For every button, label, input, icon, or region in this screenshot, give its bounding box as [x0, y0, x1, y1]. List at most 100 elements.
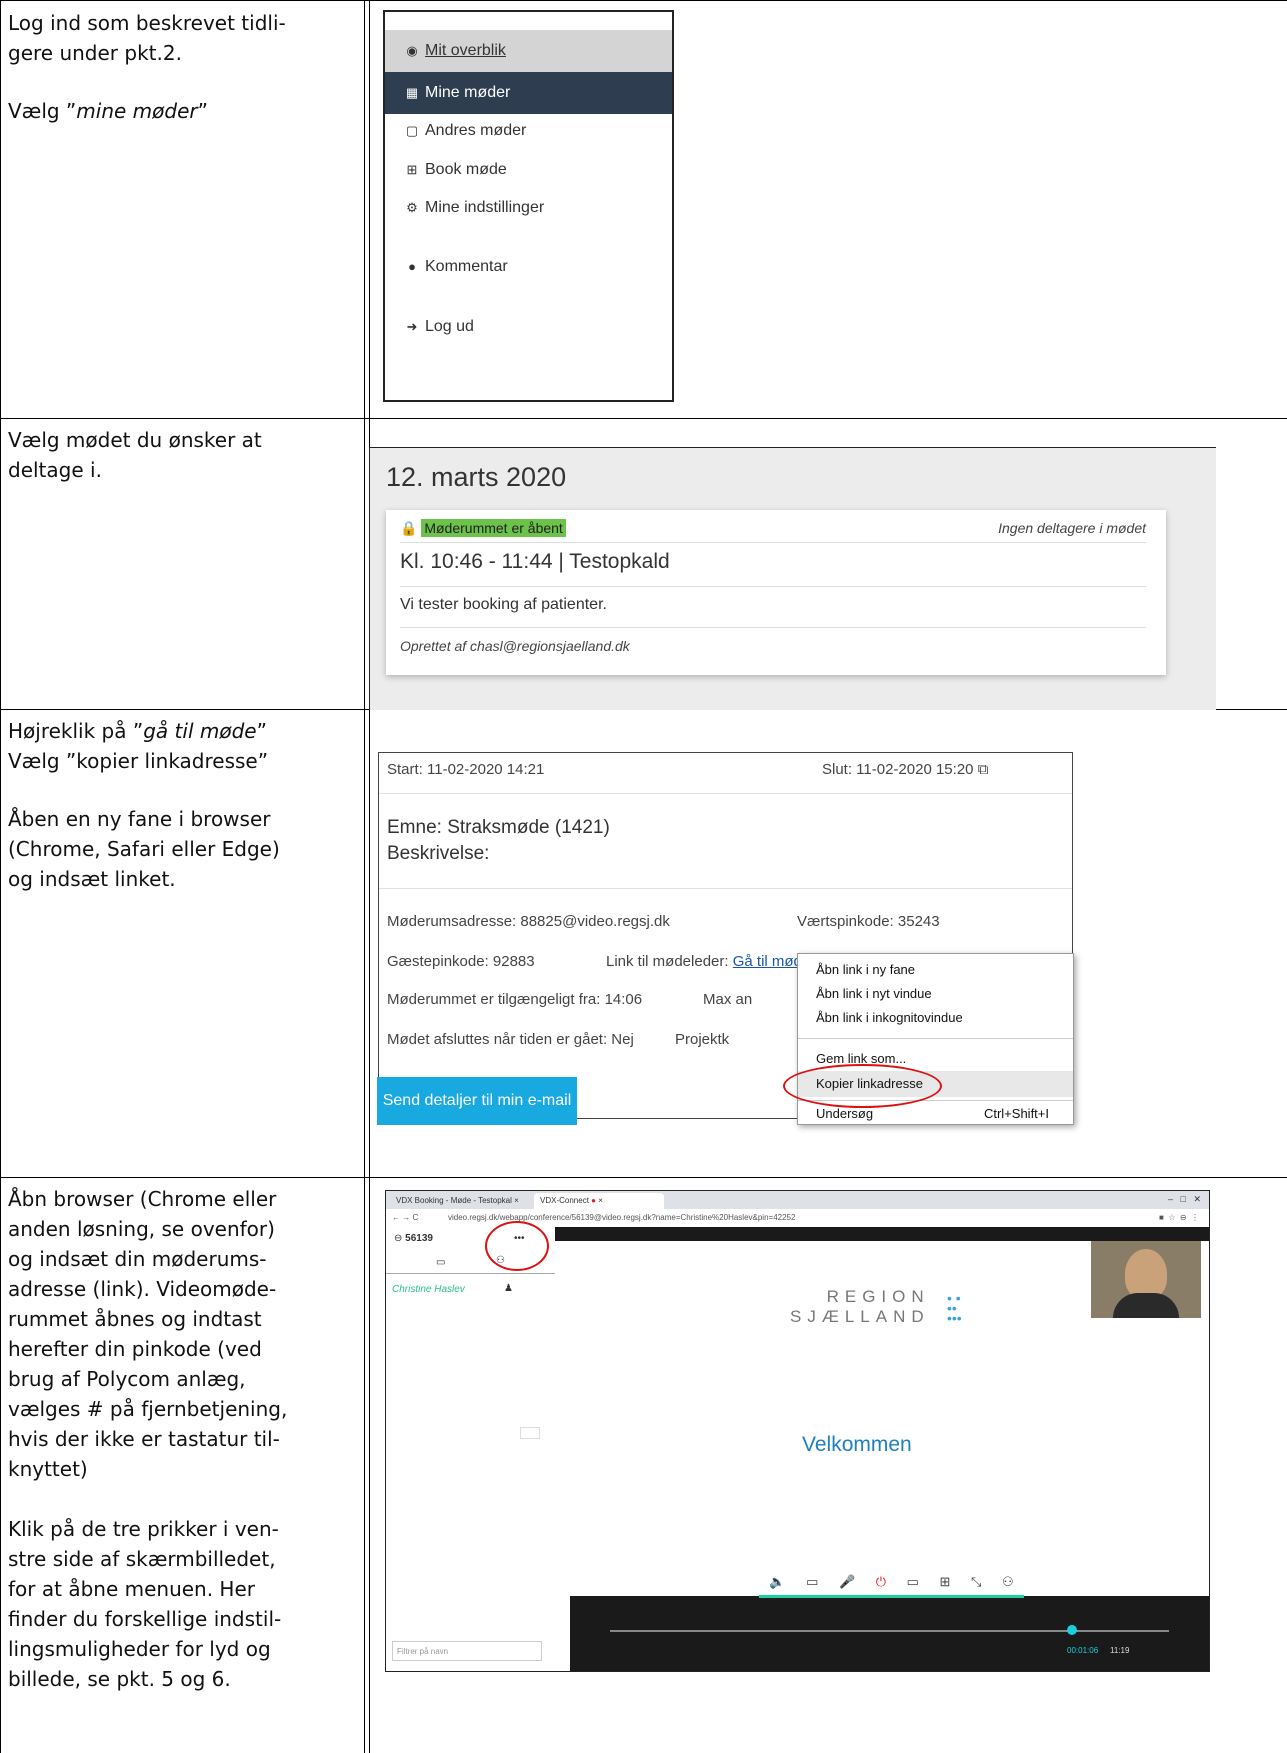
divider: [379, 793, 1072, 794]
browser-toolbar-icons[interactable]: ■ ☆ ⊖ ⋮: [1159, 1213, 1199, 1222]
room-number-row: ⊖ 56139: [394, 1233, 433, 1244]
fullscreen-icon[interactable]: ⤡: [971, 1574, 981, 1590]
text-line: adresse (link). Videomøde-: [8, 1277, 277, 1301]
instruction-text: Vælg mødet du ønsker at deltage i.: [8, 425, 262, 485]
chat-icon[interactable]: ▭: [436, 1257, 445, 1268]
text-line: hvis der ikke er tastatur til-: [8, 1427, 280, 1451]
start-time: Start: 11-02-2020 14:21: [387, 761, 545, 778]
host-link-row: Link til mødeleder: Gå til møde: [606, 953, 810, 970]
project-label: Projektk: [675, 1031, 730, 1048]
menu-item-others-meetings[interactable]: ▢ Andres møder: [385, 110, 672, 152]
text-line: lingsmuligheder for lyd og: [8, 1637, 271, 1661]
tab-bar: VDX Booking - Møde - Testopkal × VDX-Con…: [386, 1191, 1209, 1209]
menu-item-label: Book møde: [425, 161, 507, 178]
calendar-icon: ▦: [405, 85, 419, 100]
shortcut-label: Ctrl+Shift+I: [983, 1106, 1049, 1121]
text-emphasis: mine møder: [76, 99, 198, 123]
region-logo: REGION SJÆLLAND: [790, 1287, 930, 1327]
table-border: [364, 0, 365, 1753]
send-details-button[interactable]: Send detaljer til min e-mail: [377, 1077, 577, 1125]
menu-item-inspect[interactable]: Undersøg: [816, 1106, 873, 1121]
text-line: Vælg ”kopier linkadresse”: [8, 749, 269, 773]
self-view-video[interactable]: [1091, 1241, 1201, 1318]
meeting-description-label: Beskrivelse:: [387, 843, 490, 864]
microphone-icon[interactable]: 🎤: [839, 1574, 855, 1590]
menu-item-label: Andres møder: [425, 122, 527, 139]
menu-item-open-new-window[interactable]: Åbn link i nyt vindue: [816, 986, 932, 1001]
calendar-plus-icon: ⊞: [406, 162, 418, 177]
text-line: Åben en ny fane i browser: [8, 807, 271, 831]
text-fragment: Højreklik på ”: [8, 719, 144, 743]
tab-vdx-connect[interactable]: VDX-Connect ● ×: [534, 1193, 664, 1209]
divider: [400, 542, 1146, 543]
table-border: [0, 0, 1287, 1]
text-line: anden løsning, se ovenfor): [8, 1217, 275, 1241]
timeline-marker[interactable]: [1067, 1625, 1077, 1635]
text-line: deltage i.: [8, 458, 102, 482]
menu-item-label: Log ud: [425, 318, 474, 335]
menu-item-logout[interactable]: ➜ Log ud: [385, 306, 672, 348]
logo-text: SJÆLLAND: [790, 1307, 930, 1326]
instruction-text: Højreklik på ”gå til møde” Vælg ”kopier …: [8, 716, 280, 894]
window-controls[interactable]: – □ ✕: [1168, 1194, 1201, 1205]
meeting-list-screenshot: 12. marts 2020 🔒 Møderummet er åbent Ing…: [369, 447, 1216, 710]
tab-label: VDX-Connect: [540, 1196, 589, 1205]
hangup-icon[interactable]: ⏻: [876, 1574, 886, 1590]
meeting-card[interactable]: 🔒 Møderummet er åbent Ingen deltagere i …: [386, 510, 1166, 675]
filter-input[interactable]: Filtrer på navn: [392, 1641, 542, 1661]
text-line: Log ind som beskrevet tidli-: [8, 11, 286, 35]
user-icon: ♟: [504, 1283, 513, 1294]
text-fragment: ”: [256, 719, 267, 743]
menu-item-comment[interactable]: ● Kommentar: [385, 246, 672, 288]
nav-arrows-icon[interactable]: ← → C: [392, 1213, 418, 1222]
text-emphasis: gå til møde: [143, 719, 257, 743]
text-fragment: Vælg ”: [8, 99, 77, 123]
end-time-label: Slut: 11-02-2020 15:20: [822, 761, 974, 778]
text-line: knyttet): [8, 1457, 88, 1481]
welcome-text: Velkommen: [802, 1433, 912, 1456]
speaker-icon[interactable]: 🔈: [769, 1574, 785, 1590]
menu-item-open-new-tab[interactable]: Åbn link i ny fane: [816, 962, 915, 977]
table-border: [0, 1177, 1287, 1178]
menu-item-overview[interactable]: ◉ Mit overblik: [385, 30, 672, 72]
room-status: 🔒 Møderummet er åbent: [400, 519, 566, 537]
menu-item-settings[interactable]: ⚙ Mine indstillinger: [385, 187, 672, 229]
text-line: for at åbne menuen. Her: [8, 1577, 256, 1601]
menu-item-book-meeting[interactable]: ⊞ Book møde: [385, 149, 672, 191]
max-label: Max an: [703, 991, 753, 1008]
highlight-circle: [485, 1221, 549, 1271]
calendar-empty-icon: ▢: [405, 123, 419, 138]
text-line: gere under pkt.2.: [8, 41, 182, 65]
text-line: Vælg ”mine møder”: [8, 96, 286, 126]
instruction-text: Log ind som beskrevet tidli- gere under …: [8, 8, 286, 126]
menu-item-label: Kommentar: [425, 258, 508, 275]
timeline: [610, 1630, 1169, 1632]
file-share-icon[interactable]: ⊞: [940, 1574, 951, 1590]
tab-booking[interactable]: VDX Booking - Møde - Testopkal ×: [390, 1193, 530, 1209]
menu-item-open-incognito[interactable]: Åbn link i inkognitovindue: [816, 1010, 963, 1025]
menu-item-label: Mine indstillinger: [425, 199, 545, 216]
meeting-author: Oprettet af chasl@regionsjaelland.dk: [400, 638, 630, 654]
add-participant-icon[interactable]: ⚇: [1002, 1574, 1014, 1590]
menu-item-my-meetings[interactable]: ▦ Mine møder: [385, 72, 672, 114]
divider: [386, 1273, 555, 1274]
link-icon: ⊖: [394, 1233, 403, 1244]
instruction-text: Åbn browser (Chrome eller anden løsning,…: [8, 1184, 287, 1694]
meeting-title: Kl. 10:46 - 11:44 | Testopkald: [400, 550, 670, 573]
header-bar: [555, 1227, 1209, 1241]
table-border: [0, 418, 1287, 419]
text-line: Vælg mødet du ønsker at: [8, 428, 262, 452]
elapsed-time: 00:01:06: [1067, 1646, 1099, 1655]
status-badge: Møderummet er åbent: [421, 519, 566, 537]
text-fragment: ”: [197, 99, 208, 123]
camera-icon[interactable]: ▭: [806, 1574, 818, 1590]
text-line: og indsæt linket.: [8, 867, 176, 891]
table-border: [369, 0, 370, 1753]
sidebar-menu: ◉ Mit overblik ▦ Mine møder ▢ Andres møder …: [383, 10, 674, 402]
screen-share-icon[interactable]: ▭: [907, 1574, 919, 1590]
meeting-description: Vi tester booking af patienter.: [400, 596, 607, 613]
copy-icon[interactable]: ⧉: [978, 761, 989, 778]
participants-sidebar: ⊖ 56139 ••• ▭ ⚇ Christine Haslev ♟ Filtr…: [386, 1227, 555, 1671]
tab-label: VDX Booking - Møde - Testopkal: [396, 1196, 512, 1205]
host-link-label: Link til mødeleder:: [606, 953, 733, 970]
